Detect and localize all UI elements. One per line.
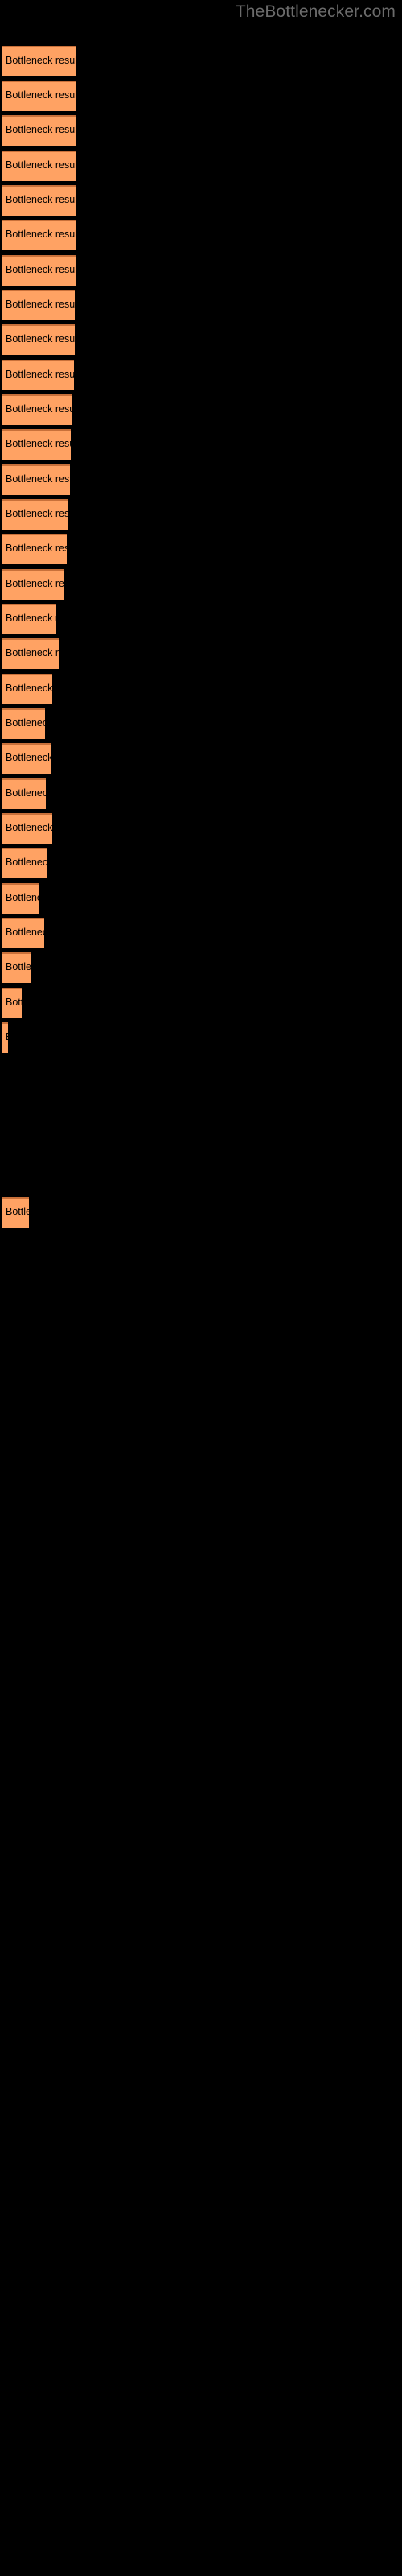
bar-row	[0, 1092, 402, 1123]
bar[interactable]: Bottleneck result	[2, 255, 76, 286]
bar-row: Bottleneck result	[0, 638, 402, 669]
bar-label: Bottleneck result	[6, 997, 22, 1008]
bar[interactable]: Bottleneck result	[2, 360, 74, 390]
bar-label: Bottleneck result	[6, 508, 68, 519]
bar-row: Bottleneck result	[0, 115, 402, 146]
bar[interactable]: Bottleneck result	[2, 185, 76, 216]
bar[interactable]: Bottleneck result	[2, 674, 52, 704]
bar-row: Bottleneck result	[0, 46, 402, 76]
bar-row: Bottleneck result	[0, 778, 402, 809]
bar-row: Bottleneck result	[0, 220, 402, 250]
bar-label: Bottleneck result	[6, 822, 52, 833]
bottleneck-bar-chart: Bottleneck result Bottleneck result Bottle…	[0, 0, 402, 2576]
bar[interactable]: Bottleneck result	[2, 324, 75, 355]
bar[interactable]: Bottleneck result	[2, 290, 75, 320]
bar[interactable]: Bottleneck result	[2, 534, 67, 564]
bar-row: Bottleneck result	[0, 988, 402, 1018]
bar-label: Bottleneck result	[6, 299, 75, 310]
bar-row: Bottleneck result	[0, 429, 402, 460]
bar-row: Bottleneck result	[0, 80, 402, 111]
bar[interactable]: Bottleneck result	[2, 708, 45, 739]
bar-row: Bottleneck result	[0, 674, 402, 704]
bar[interactable]: Bottleneck result	[2, 988, 22, 1018]
bar[interactable]: Bottleneck result	[2, 429, 71, 460]
bar[interactable]: Bottleneck result	[2, 848, 47, 878]
bar[interactable]: Bottleneck result	[2, 778, 46, 809]
bar-label: Bottleneck result	[6, 578, 64, 589]
bar-row: Bottleneck result	[0, 743, 402, 774]
bar-row	[0, 1266, 402, 1297]
bar-row: Bottleneck result	[0, 499, 402, 530]
bar-row: Bottleneck result	[0, 1197, 402, 1228]
bar[interactable]: Bottleneck result	[2, 499, 68, 530]
bar-row: Bottleneck result	[0, 1022, 402, 1053]
bar-row: Bottleneck result	[0, 708, 402, 739]
bar-row: Bottleneck result	[0, 185, 402, 216]
bar-row	[0, 1057, 402, 1088]
bar-label: Bottleneck result	[6, 961, 31, 972]
bar-row: Bottleneck result	[0, 255, 402, 286]
bar[interactable]: Bottleneck result	[2, 952, 31, 983]
bar[interactable]: Bottleneck result	[2, 638, 59, 669]
bar-row	[0, 1232, 402, 1262]
bar-row: Bottleneck result	[0, 604, 402, 634]
bar-row: Bottleneck result	[0, 324, 402, 355]
bar-label: Bottleneck result	[6, 787, 46, 799]
bar[interactable]: Bottleneck result	[2, 743, 51, 774]
bar-row: Bottleneck result	[0, 360, 402, 390]
bar-row	[0, 1162, 402, 1192]
bar-row: Bottleneck result	[0, 952, 402, 983]
bar-label: Bottleneck result	[6, 717, 45, 729]
bar-label: Bottleneck result	[6, 194, 76, 205]
bar-label: Bottleneck result	[6, 752, 51, 763]
bar[interactable]: Bottleneck result	[2, 464, 70, 495]
bar-label: Bottleneck result	[6, 369, 74, 380]
bar-row: Bottleneck result	[0, 883, 402, 914]
bar[interactable]: Bottleneck result	[2, 394, 72, 425]
bar-label: Bottleneck result	[6, 543, 67, 554]
bar-row: Bottleneck result	[0, 394, 402, 425]
bar-label: Bottleneck result	[6, 892, 39, 903]
bar[interactable]: Bottleneck result	[2, 220, 76, 250]
bar-label: Bottleneck result	[6, 1030, 8, 1043]
bar[interactable]: Bottleneck result	[2, 604, 56, 634]
bar[interactable]: Bottleneck result	[2, 115, 76, 146]
bar[interactable]: Bottleneck result	[2, 46, 76, 76]
bar[interactable]: Bottleneck result	[2, 883, 39, 914]
bar[interactable]: Bottleneck result	[2, 151, 76, 181]
bar-row: Bottleneck result	[0, 813, 402, 844]
bar[interactable]: Bottleneck result	[2, 569, 64, 600]
bar-row: Bottleneck result	[0, 848, 402, 878]
bar[interactable]: Bottleneck result	[2, 1197, 29, 1228]
bar-row: Bottleneck result	[0, 464, 402, 495]
bar-row: Bottleneck result	[0, 534, 402, 564]
bar-label: Bottleneck result	[6, 264, 76, 275]
bar-row: Bottleneck result	[0, 918, 402, 948]
bar-label: Bottleneck result	[6, 89, 76, 101]
bar-label: Bottleneck result	[6, 473, 70, 485]
bar[interactable]: Bottleneck result	[2, 918, 44, 948]
bar-row: Bottleneck result	[0, 569, 402, 600]
bar-row	[0, 1127, 402, 1158]
bar-label: Bottleneck result	[6, 124, 76, 135]
bar-label: Bottleneck result	[6, 1206, 29, 1217]
bar-label: Bottleneck result	[6, 229, 76, 240]
bar[interactable]: Bottleneck result	[2, 813, 52, 844]
bar[interactable]: Bottleneck result	[2, 80, 76, 111]
bar-label: Bottleneck result	[6, 333, 75, 345]
bar-label: Bottleneck result	[6, 159, 76, 171]
bar-label: Bottleneck result	[6, 683, 52, 694]
bar-label: Bottleneck result	[6, 857, 47, 868]
bar-label: Bottleneck result	[6, 647, 59, 658]
bar-label: Bottleneck result	[6, 403, 72, 415]
bar-label: Bottleneck result	[6, 927, 44, 938]
bar-label: Bottleneck result	[6, 438, 71, 449]
bar-label: Bottleneck result	[6, 55, 76, 66]
bar-row: Bottleneck result	[0, 290, 402, 320]
bar[interactable]: Bottleneck result	[2, 1022, 8, 1053]
bar-row: Bottleneck result	[0, 151, 402, 181]
bar-label: Bottleneck result	[6, 613, 56, 624]
